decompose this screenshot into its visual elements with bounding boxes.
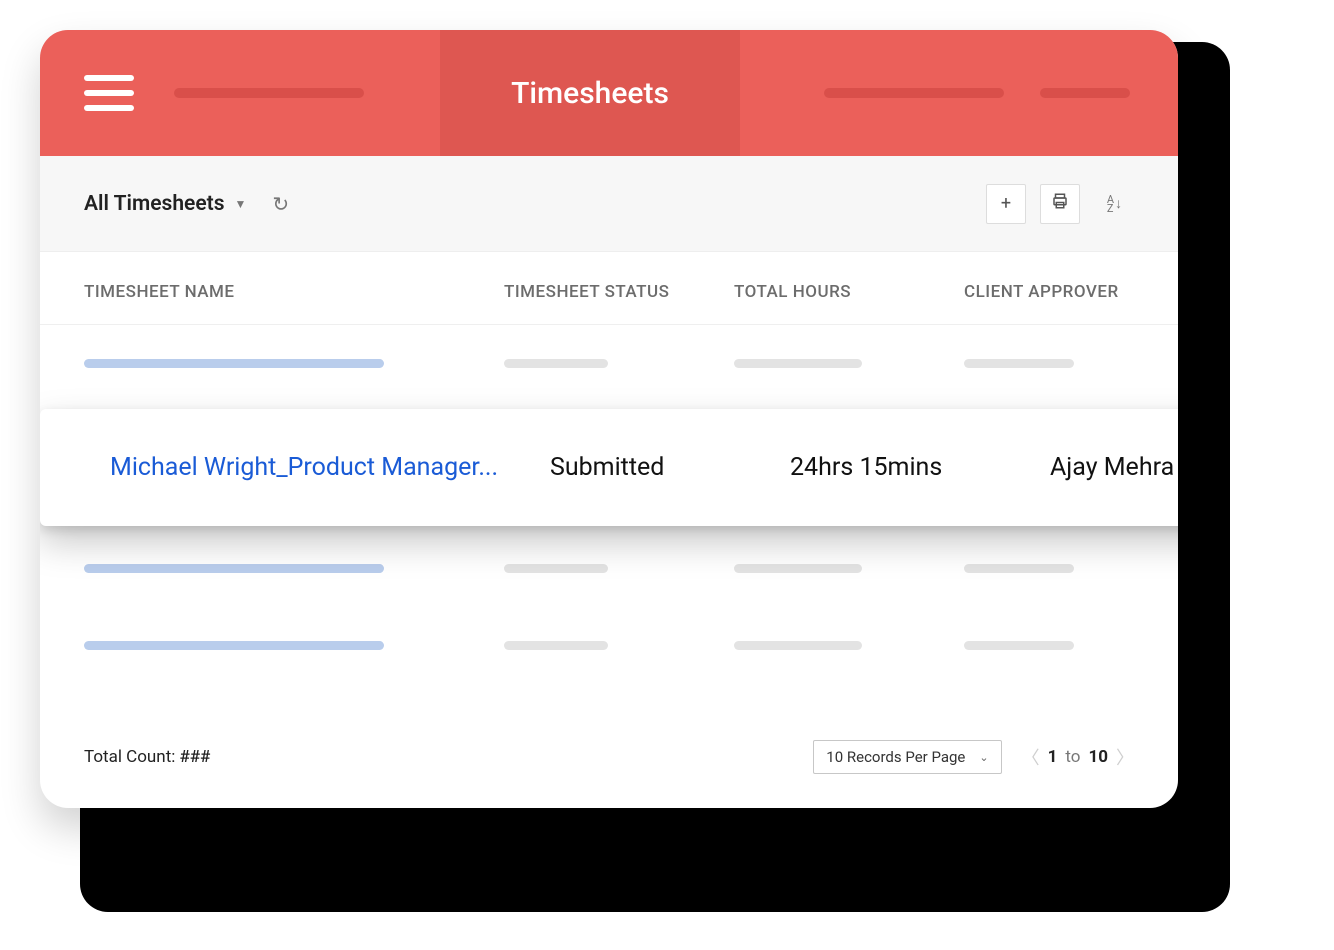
header-title-tab: Timesheets: [440, 30, 740, 156]
pager-next[interactable]: 〉: [1116, 744, 1134, 770]
print-icon: [1051, 192, 1069, 215]
table-row-highlighted[interactable]: Michael Wright_Product Manager... Submit…: [40, 409, 1178, 526]
pager-to-word: to: [1065, 747, 1080, 767]
skeleton-text: [964, 359, 1074, 368]
menu-icon[interactable]: [84, 75, 134, 111]
col-hours: TOTAL HOURS: [734, 282, 964, 302]
cell-timesheet-name[interactable]: Michael Wright_Product Manager...: [110, 453, 550, 482]
skeleton-text: [734, 359, 862, 368]
records-per-page-select[interactable]: 10 Records Per Page ⌄: [813, 740, 1001, 774]
table-row[interactable]: [40, 607, 1178, 684]
cell-status: Submitted: [550, 453, 790, 482]
cell-approver: Ajay Mehra: [1050, 453, 1176, 482]
table-row[interactable]: [40, 530, 1178, 607]
skeleton-text: [734, 564, 862, 573]
pagination: 〈 1 to 10 〉: [1022, 744, 1134, 770]
header-placeholder: [174, 88, 364, 98]
page-title: Timesheets: [511, 76, 669, 111]
skeleton-link: [84, 359, 384, 368]
cell-hours: 24hrs 15mins: [790, 453, 1050, 482]
app-window: Timesheets All Timesheets ▼ ↻ +: [40, 30, 1178, 808]
filter-dropdown[interactable]: All Timesheets ▼: [84, 192, 246, 216]
chevron-down-icon: ▼: [235, 197, 247, 211]
sort-button[interactable]: AZ ↓: [1094, 184, 1134, 224]
skeleton-text: [964, 564, 1074, 573]
col-name: TIMESHEET NAME: [84, 282, 504, 302]
skeleton-text: [734, 641, 862, 650]
col-approver: CLIENT APPROVER: [964, 282, 1134, 302]
sort-az-icon: AZ ↓: [1107, 195, 1121, 213]
pager-from: 1: [1048, 747, 1058, 767]
skeleton-text: [504, 641, 608, 650]
skeleton-link: [84, 641, 384, 650]
skeleton-text: [504, 359, 608, 368]
records-per-page-label: 10 Records Per Page: [826, 748, 965, 766]
header-placeholder: [824, 88, 1004, 98]
total-count-label: Total Count:: [84, 747, 175, 767]
total-count-value: ###: [180, 747, 211, 767]
skeleton-link: [84, 564, 384, 573]
table-body: Michael Wright_Product Manager... Submit…: [40, 325, 1178, 684]
chevron-down-icon: ⌄: [979, 751, 988, 764]
toolbar: All Timesheets ▼ ↻ + AZ ↓: [40, 156, 1178, 252]
plus-icon: +: [1001, 193, 1011, 214]
app-header: Timesheets: [40, 30, 1178, 156]
header-placeholder: [1040, 88, 1130, 98]
refresh-icon[interactable]: ↻: [272, 192, 289, 216]
table-header: TIMESHEET NAME TIMESHEET STATUS TOTAL HO…: [40, 252, 1178, 325]
total-count: Total Count: ###: [84, 747, 210, 767]
pager-prev[interactable]: 〈: [1022, 744, 1040, 770]
print-button[interactable]: [1040, 184, 1080, 224]
table-row[interactable]: [40, 325, 1178, 402]
table-footer: Total Count: ### 10 Records Per Page ⌄ 〈…: [40, 684, 1178, 808]
skeleton-text: [504, 564, 608, 573]
pager-to: 10: [1088, 747, 1108, 767]
add-button[interactable]: +: [986, 184, 1026, 224]
col-status: TIMESHEET STATUS: [504, 282, 734, 302]
skeleton-text: [964, 641, 1074, 650]
filter-label: All Timesheets: [84, 192, 225, 216]
